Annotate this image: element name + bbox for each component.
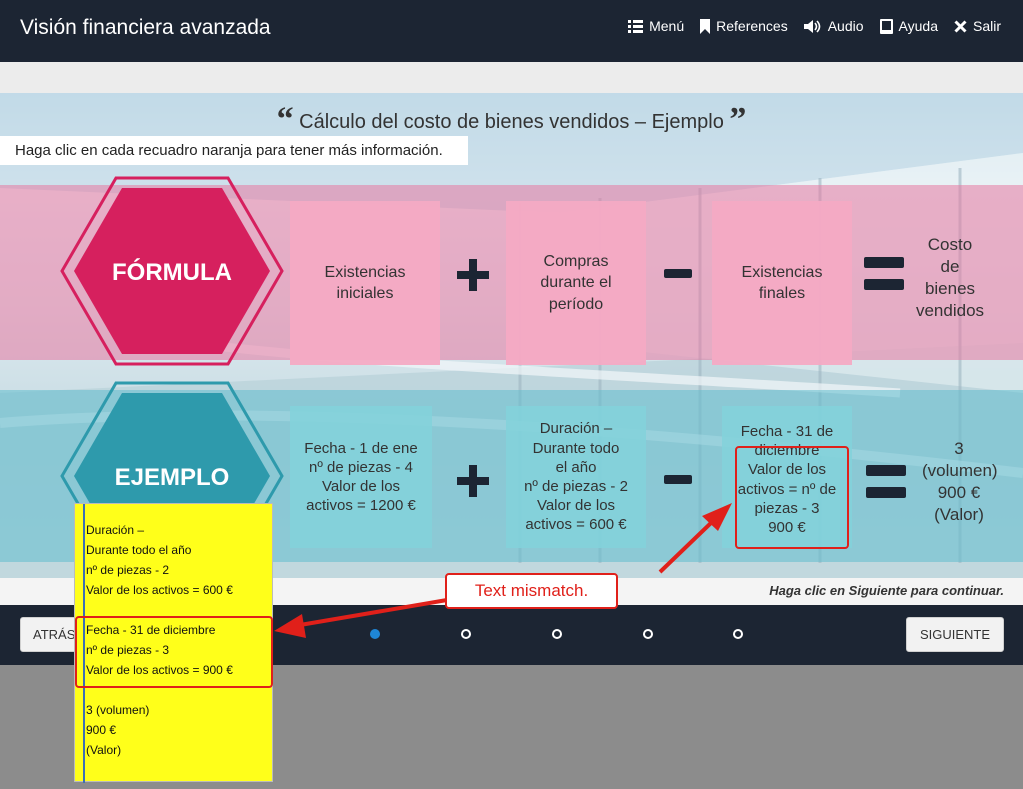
example-result: 3 (volumen) 900 € (Valor) — [922, 439, 998, 525]
note-line: 900 € — [86, 723, 117, 737]
formula-box-final-inventory[interactable]: Existencias finales — [712, 201, 852, 365]
references-label: References — [716, 18, 788, 34]
exit-button[interactable]: Salir — [954, 18, 1001, 34]
note-line: Durante todo el año — [86, 543, 192, 557]
app-title: Visión financiera avanzada — [20, 16, 271, 39]
text-mismatch-label: Text mismatch. — [445, 573, 618, 609]
top-nav: Menú References Audio Ayuda Salir — [628, 18, 1001, 34]
minus-icon — [664, 269, 692, 278]
formula-result: Costo de bienes vendidos — [915, 235, 985, 321]
note-line: (Valor) — [86, 743, 122, 757]
slide-title: “ Cálculo del costo de bienes vendidos –… — [0, 101, 1023, 139]
bookmark-icon — [700, 18, 711, 34]
audio-label: Audio — [827, 18, 864, 34]
minus-icon — [664, 475, 692, 484]
slide-title-text: Cálculo del costo de bienes vendidos – E… — [299, 111, 724, 133]
example-label: EJEMPLO — [114, 464, 230, 491]
close-icon — [954, 19, 967, 33]
course-player: Visión financiera avanzada Menú Referenc… — [0, 0, 1023, 789]
equals-icon — [866, 465, 906, 498]
plus-icon — [457, 465, 489, 497]
top-bar: Visión financiera avanzada Menú Referenc… — [0, 0, 1023, 62]
close-quote-icon: ” — [729, 101, 747, 138]
help-button[interactable]: Ayuda — [879, 18, 938, 34]
page-dot-5[interactable] — [733, 629, 743, 639]
note-line: Duración – — [86, 523, 145, 537]
page-dot-2[interactable] — [461, 629, 471, 639]
page-dot-3[interactable] — [552, 629, 562, 639]
page-dot-4[interactable] — [643, 629, 653, 639]
exit-label: Salir — [972, 18, 1001, 34]
example-box-initial-inventory[interactable]: Fecha - 1 de ene nº de piezas - 4 Valor … — [290, 406, 432, 548]
open-quote-icon: “ — [276, 101, 294, 138]
formula-label: FÓRMULA — [112, 259, 232, 286]
next-button[interactable]: SIGUIENTE — [906, 617, 1004, 652]
highlight-slide-text — [735, 446, 849, 549]
help-label: Ayuda — [898, 18, 938, 34]
formula-box-purchases[interactable]: Compras durante el período — [506, 201, 646, 365]
note-line: nº de piezas - 2 — [86, 563, 170, 577]
note-line: Valor de los activos = 600 € — [86, 583, 233, 597]
formula-box-initial-inventory[interactable]: Existencias iniciales — [290, 201, 440, 365]
example-box-purchases[interactable]: Duración – Durante todo el año nº de pie… — [506, 406, 646, 548]
speaker-icon — [803, 19, 821, 33]
equals-icon — [864, 257, 904, 290]
audio-button[interactable]: Audio — [803, 18, 864, 34]
menu-button[interactable]: Menú — [628, 18, 684, 34]
page-dot-1[interactable] — [370, 629, 380, 639]
highlight-note-text — [75, 616, 273, 688]
instruction-banner: Haga clic en cada recuadro naranja para … — [0, 136, 468, 165]
list-icon — [628, 19, 644, 33]
plus-icon — [457, 259, 489, 291]
note-line: 3 (volumen) — [86, 703, 150, 717]
toolbar-strip — [0, 62, 1023, 93]
menu-label: Menú — [649, 18, 685, 34]
help-book-icon — [879, 18, 893, 34]
continue-hint: Haga clic en Siguiente para continuar. — [769, 583, 1004, 598]
references-button[interactable]: References — [700, 18, 788, 34]
